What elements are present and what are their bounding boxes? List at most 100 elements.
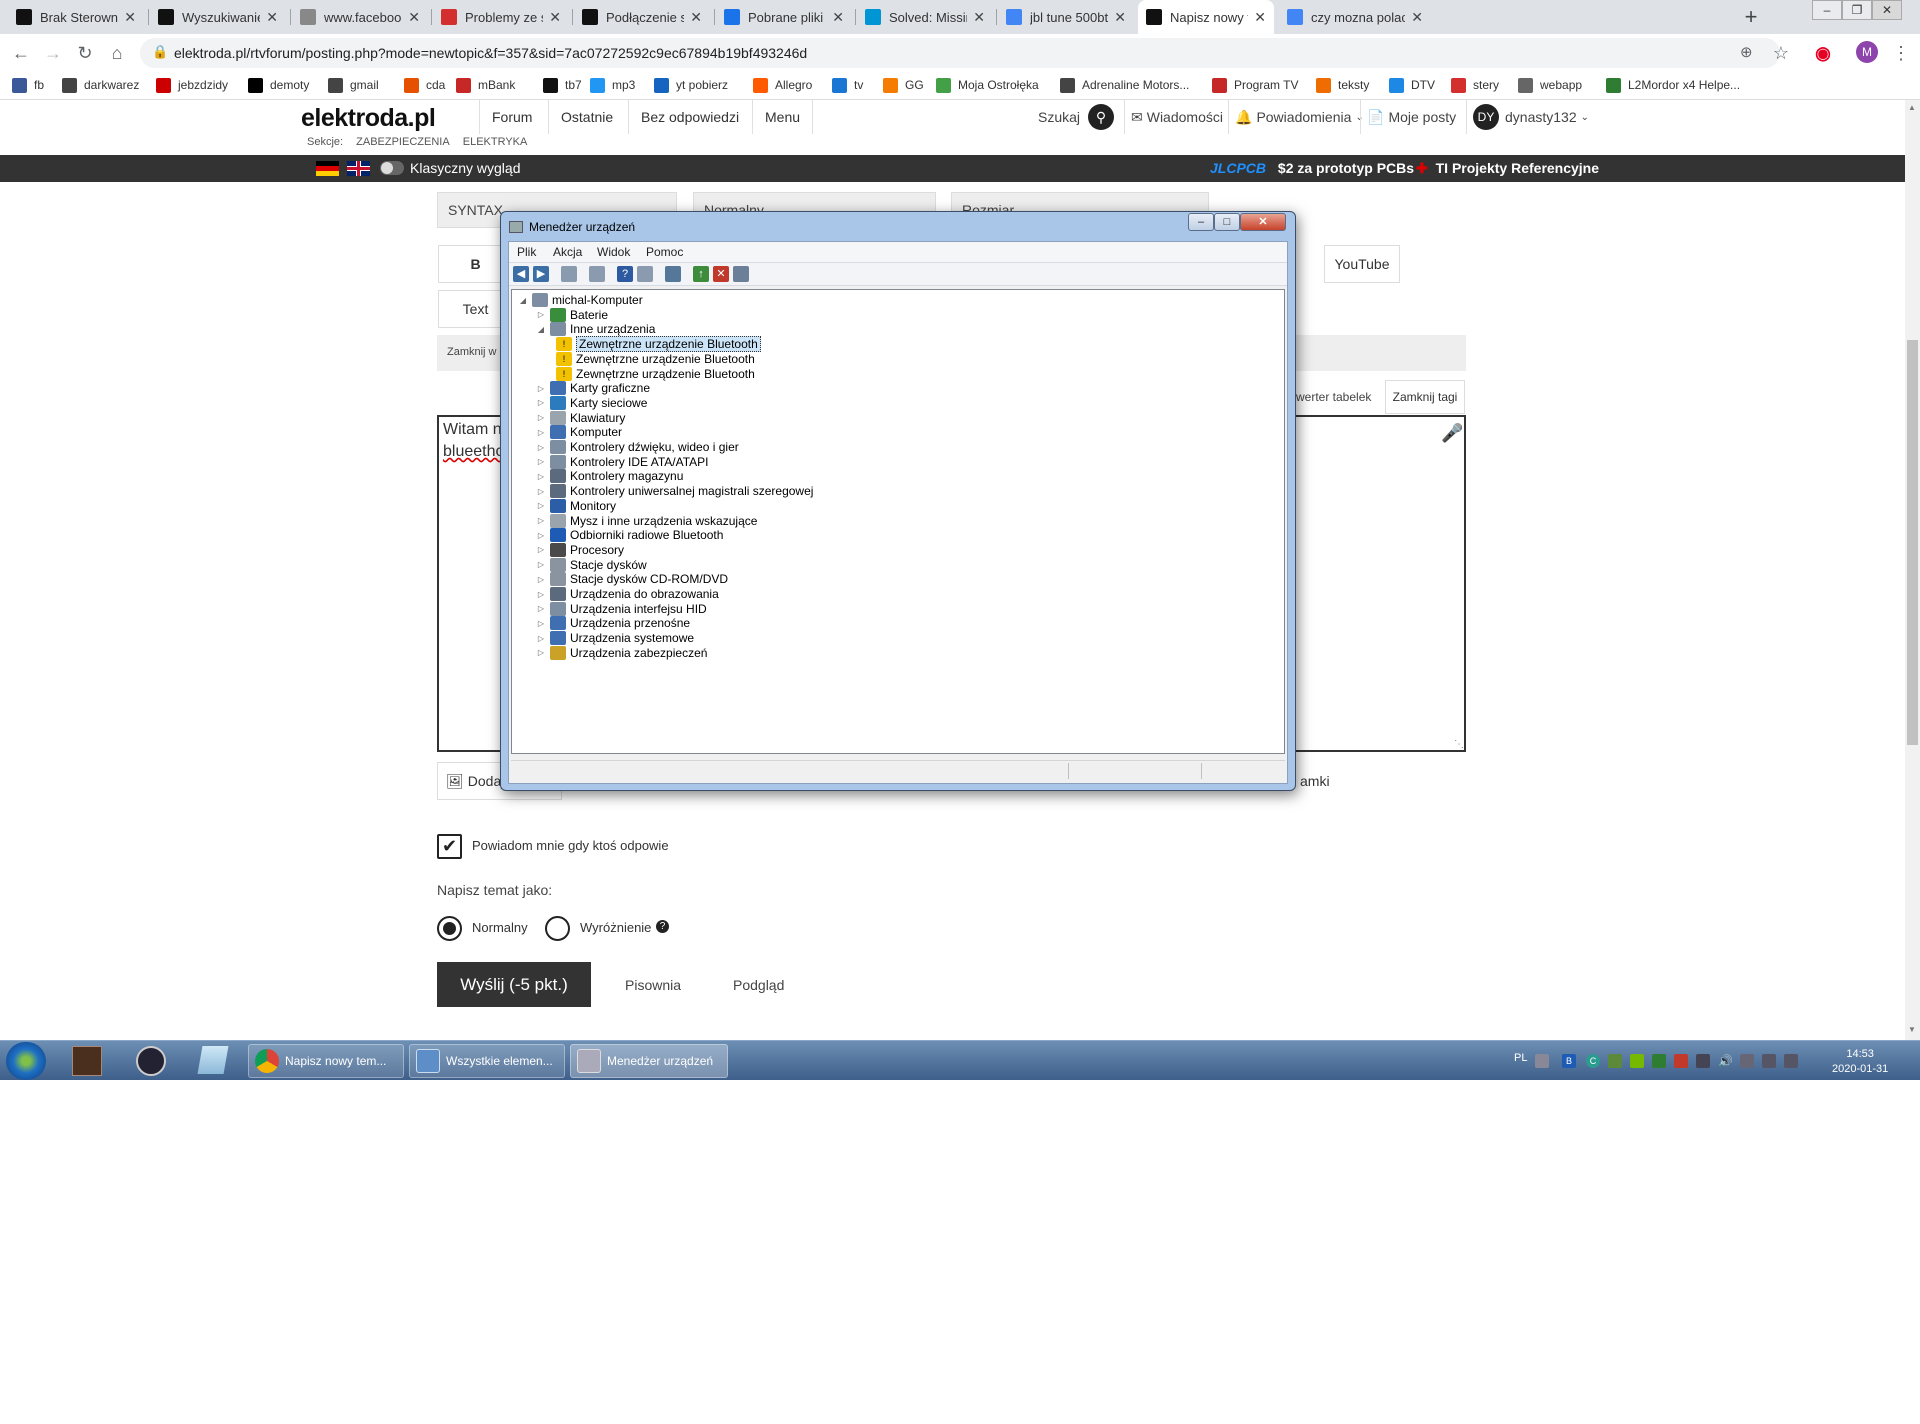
bookmark-11[interactable]: tv: [832, 76, 863, 94]
bookmark-2[interactable]: jebzdzidy: [156, 76, 228, 94]
back-icon[interactable]: ◀: [513, 266, 529, 282]
dm-maximize-button[interactable]: □: [1214, 213, 1240, 231]
language-indicator[interactable]: PL: [1514, 1052, 1527, 1064]
bookmark-20[interactable]: L2Mordor x4 Helpe...: [1606, 76, 1740, 94]
resize-handle-icon[interactable]: ⋱: [1454, 739, 1464, 750]
bookmark-14[interactable]: Adrenaline Motors...: [1060, 76, 1189, 94]
dm-menu-0[interactable]: Plik: [517, 245, 536, 259]
ti-ad[interactable]: ✚ TI Projekty Referencyjne: [1416, 160, 1599, 177]
restore-button[interactable]: ❐: [1842, 0, 1872, 20]
uninstall-icon[interactable]: ✕: [713, 266, 729, 282]
radio-highlight[interactable]: [545, 916, 570, 941]
add-icon[interactable]: ⊕: [1740, 43, 1753, 61]
tree-category[interactable]: ▷ Stacje dysków: [536, 557, 647, 573]
expand-arrow-icon[interactable]: ▷: [536, 428, 546, 437]
app-tray-icon[interactable]: C: [1586, 1054, 1600, 1068]
bluetooth-tray-icon[interactable]: B: [1562, 1054, 1576, 1068]
back-icon[interactable]: ←: [8, 40, 34, 66]
headset-icon[interactable]: [136, 1046, 166, 1076]
dm-minimize-button[interactable]: –: [1188, 213, 1214, 231]
expand-arrow-icon[interactable]: ▷: [536, 457, 546, 466]
spelling-button[interactable]: Pisownia: [625, 977, 681, 993]
table-converter-button[interactable]: werter tabelek: [1296, 390, 1371, 404]
tree-category[interactable]: ▷ Monitory: [536, 498, 616, 514]
section-electric[interactable]: ELEKTRYKA: [463, 136, 528, 148]
bookmark-9[interactable]: yt pobierz: [654, 76, 728, 94]
tab-5[interactable]: Pobrane pliki ✕: [716, 0, 852, 34]
disable-icon[interactable]: [733, 266, 749, 282]
security-tray-icon[interactable]: [1608, 1054, 1622, 1068]
expand-arrow-icon[interactable]: ▷: [536, 398, 546, 407]
bookmark-15[interactable]: Program TV: [1212, 76, 1298, 94]
close-tab-icon[interactable]: ✕: [690, 9, 702, 26]
game-launcher-icon[interactable]: [72, 1046, 102, 1076]
tree-category[interactable]: ▷ Kontrolery uniwersalnej magistrali szer…: [536, 483, 813, 499]
nav-recent[interactable]: Ostatnie: [548, 100, 625, 134]
update-driver-icon[interactable]: ↑: [693, 266, 709, 282]
tab-7[interactable]: jbl tune 500bt steror ✕: [998, 0, 1134, 34]
nav-unanswered[interactable]: Bez odpowiedzi: [628, 100, 751, 134]
submit-button[interactable]: Wyślij (-5 pkt.): [437, 962, 591, 1007]
tab-3[interactable]: Problemy ze sterown ✕: [433, 0, 569, 34]
opera-icon[interactable]: ◉: [1810, 40, 1836, 66]
shield-tray-icon[interactable]: [1652, 1054, 1666, 1068]
help-icon[interactable]: ?: [656, 920, 669, 933]
tree-category[interactable]: ▷ Baterie: [536, 307, 608, 323]
tree-category[interactable]: ▷ Kontrolery dźwięku, wideo i gier: [536, 439, 739, 455]
address-bar[interactable]: 🔒 elektroda.pl/rtvforum/posting.php?mode…: [140, 38, 1780, 68]
system-clock[interactable]: 14:53 2020-01-31: [1832, 1047, 1888, 1077]
keyboard-tray-icon[interactable]: [1535, 1054, 1549, 1068]
tree-category[interactable]: ▷ Kontrolery IDE ATA/ATAPI: [536, 454, 709, 470]
bookmark-0[interactable]: fb: [12, 76, 44, 94]
close-tab-icon[interactable]: ✕: [1114, 9, 1126, 26]
nvidia-tray-icon[interactable]: [1630, 1054, 1644, 1068]
messages-link[interactable]: ✉ Wiadomości: [1124, 100, 1223, 134]
bookmark-6[interactable]: mBank: [456, 76, 515, 94]
tree-category[interactable]: ▷ Procesory: [536, 542, 624, 558]
tree-category[interactable]: ▷ Karty graficzne: [536, 380, 650, 396]
close-tags-short[interactable]: Zamknij w: [447, 346, 497, 358]
tree-category[interactable]: ▷ Karty sieciowe: [536, 395, 647, 411]
profile-avatar[interactable]: M: [1856, 41, 1878, 63]
expand-arrow-icon[interactable]: ▷: [536, 472, 546, 481]
display-tray-icon[interactable]: [1696, 1054, 1710, 1068]
volume-tray-icon[interactable]: 🔊: [1718, 1054, 1733, 1068]
close-tags-button[interactable]: Zamknij tagi: [1385, 380, 1465, 414]
tree-category[interactable]: ▷ Urządzenia przenośne: [536, 615, 690, 631]
tree-device[interactable]: ! Zewnętrzne urządzenie Bluetooth: [556, 366, 755, 382]
expand-arrow-icon[interactable]: ▷: [536, 604, 546, 613]
bookmark-17[interactable]: DTV: [1389, 76, 1435, 94]
tab-9[interactable]: czy mozna polaczyc ✕: [1279, 0, 1431, 34]
page-scrollbar[interactable]: ▲ ▼: [1905, 100, 1920, 1040]
bookmark-3[interactable]: demoty: [248, 76, 309, 94]
close-tab-icon[interactable]: ✕: [973, 9, 985, 26]
expand-arrow-icon[interactable]: ▷: [536, 501, 546, 510]
expand-arrow-icon[interactable]: ▷: [536, 413, 546, 422]
bookmark-12[interactable]: GG: [883, 76, 924, 94]
expand-arrow-icon[interactable]: ▷: [536, 648, 546, 657]
taskbar-control-panel[interactable]: Wszystkie elemen...: [409, 1044, 565, 1078]
nav-menu[interactable]: Menu: [752, 100, 814, 134]
user-menu[interactable]: DY dynasty132 ⌄: [1466, 100, 1589, 134]
microphone-icon[interactable]: 🎤: [1441, 423, 1463, 444]
scroll-up-icon[interactable]: ▲: [1908, 103, 1916, 112]
dm-menu-2[interactable]: Widok: [597, 245, 630, 259]
taskbar-chrome[interactable]: Napisz nowy tem...: [248, 1044, 404, 1078]
bookmark-7[interactable]: tb7: [543, 76, 582, 94]
bookmark-4[interactable]: gmail: [328, 76, 379, 94]
nav-forum[interactable]: Forum: [479, 100, 544, 134]
site-logo[interactable]: elektroda.pl: [301, 104, 436, 133]
network-tray-icon[interactable]: [1762, 1054, 1776, 1068]
bookmark-16[interactable]: teksty: [1316, 76, 1369, 94]
uk-flag-icon[interactable]: [347, 161, 370, 176]
scan-hardware-icon[interactable]: [665, 266, 681, 282]
taskbar-device-manager[interactable]: Menedżer urządzeń: [570, 1044, 728, 1078]
properties-view-icon[interactable]: [561, 266, 577, 282]
view-icon[interactable]: [637, 266, 653, 282]
close-tab-icon[interactable]: ✕: [408, 9, 420, 26]
reload-icon[interactable]: ↻: [72, 40, 98, 66]
radio-normal[interactable]: [437, 916, 462, 941]
expand-arrow-icon[interactable]: ▷: [536, 516, 546, 525]
tree-device[interactable]: ! Zewnętrzne urządzenie Bluetooth: [556, 336, 761, 353]
bookmark-13[interactable]: Moja Ostrołęka: [936, 76, 1039, 94]
